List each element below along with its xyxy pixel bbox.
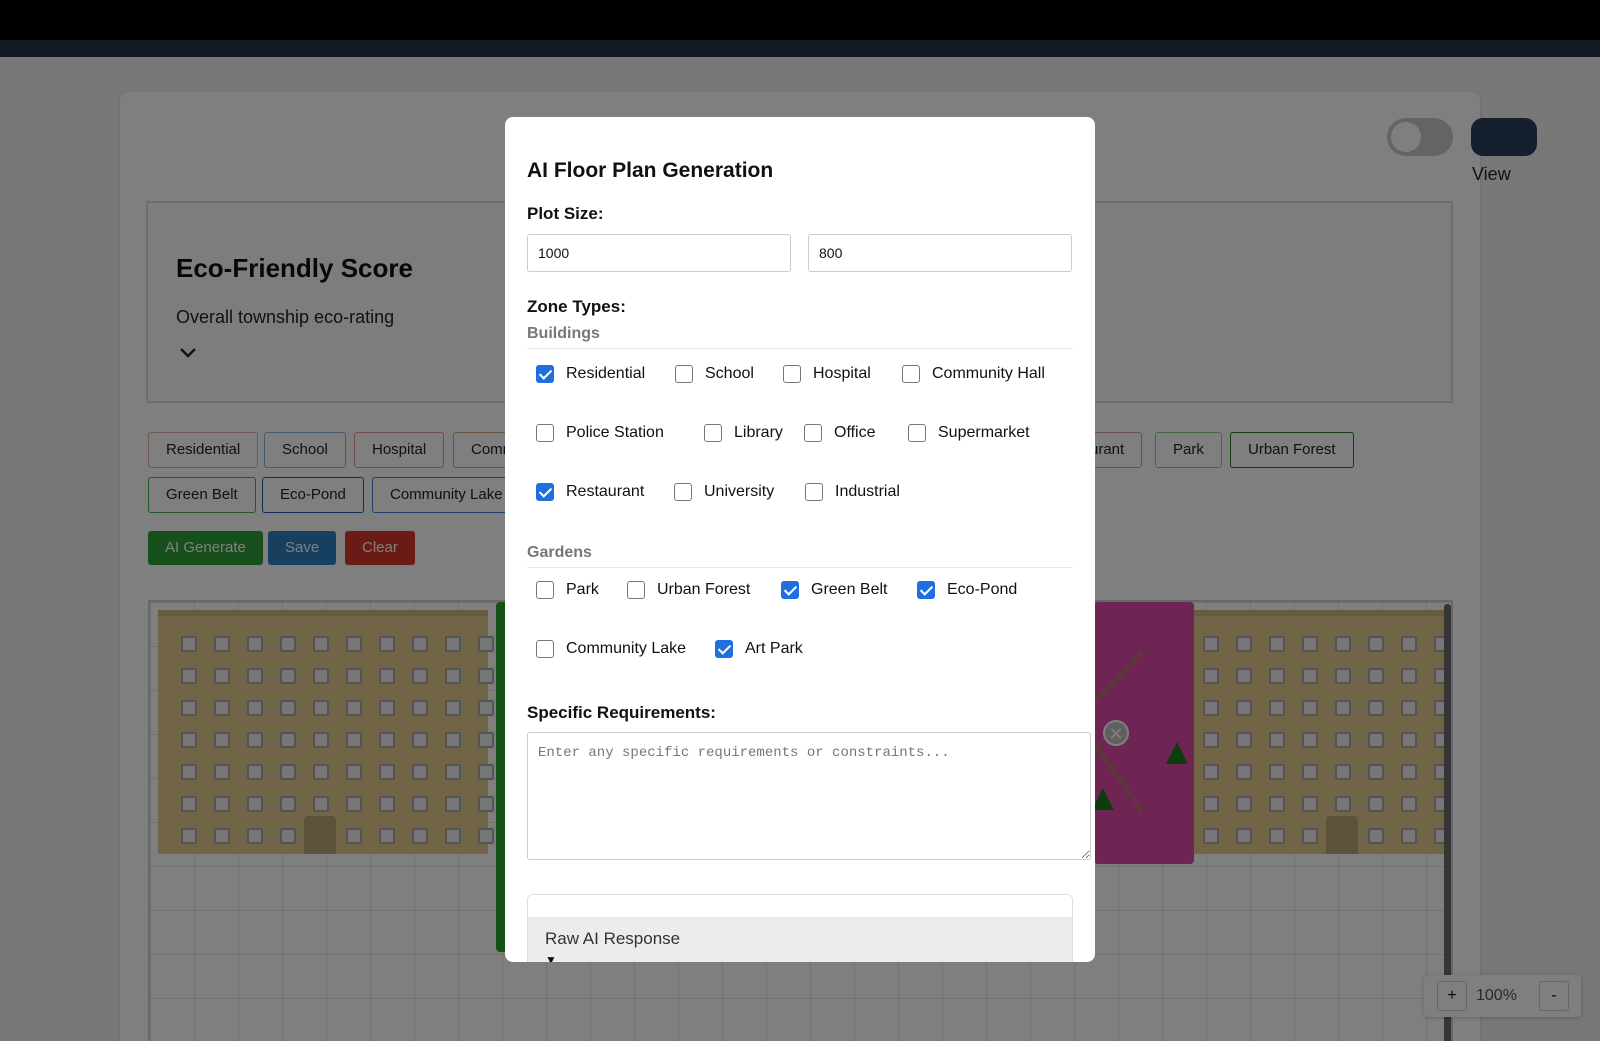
checkbox-box[interactable]	[902, 365, 920, 383]
checkbox-box[interactable]	[536, 581, 554, 599]
disclosure-triangle-icon[interactable]: ▼	[545, 953, 557, 962]
checkbox-box[interactable]	[917, 581, 935, 599]
checkbox-park[interactable]: Park	[536, 581, 599, 599]
raw-ai-response-panel[interactable]: Raw AI Response ▼	[527, 894, 1073, 962]
checkbox-box[interactable]	[805, 483, 823, 501]
checkbox-community-lake[interactable]: Community Lake	[536, 640, 686, 658]
checkbox-label: School	[705, 365, 754, 382]
checkbox-box[interactable]	[704, 424, 722, 442]
ai-floor-plan-modal: AI Floor Plan Generation Plot Size: Zone…	[505, 117, 1095, 962]
checkbox-label: Urban Forest	[657, 581, 751, 598]
checkbox-community-hall[interactable]: Community Hall	[902, 365, 1045, 383]
plot-size-label: Plot Size:	[527, 204, 604, 223]
checkbox-urban-forest[interactable]: Urban Forest	[627, 581, 750, 599]
checkbox-label: Supermarket	[938, 424, 1030, 441]
checkbox-box[interactable]	[674, 483, 692, 501]
checkbox-label: Office	[834, 424, 876, 441]
raw-ai-response-summary[interactable]: Raw AI Response ▼	[528, 917, 1072, 962]
checkbox-office[interactable]: Office	[804, 424, 876, 442]
checkbox-residential[interactable]: Residential	[536, 365, 645, 383]
checkbox-box[interactable]	[536, 483, 554, 501]
checkbox-restaurant[interactable]: Restaurant	[536, 483, 644, 501]
checkbox-box[interactable]	[908, 424, 926, 442]
checkbox-label: Restaurant	[566, 483, 645, 500]
checkbox-label: Industrial	[835, 483, 900, 500]
modal-title: AI Floor Plan Generation	[527, 159, 774, 182]
checkbox-supermarket[interactable]: Supermarket	[908, 424, 1030, 442]
checkbox-library[interactable]: Library	[704, 424, 783, 442]
checkbox-box[interactable]	[536, 640, 554, 658]
checkbox-label: Community Hall	[932, 365, 1045, 382]
checkbox-eco-pond[interactable]: Eco-Pond	[917, 581, 1017, 599]
checkbox-label: Green Belt	[811, 581, 888, 598]
checkbox-box[interactable]	[627, 581, 645, 599]
checkbox-box[interactable]	[536, 424, 554, 442]
checkbox-label: University	[704, 483, 775, 500]
checkbox-label: Park	[566, 581, 599, 598]
plot-width-input[interactable]	[527, 234, 791, 272]
requirements-textarea[interactable]	[527, 732, 1091, 860]
checkbox-box[interactable]	[536, 365, 554, 383]
buildings-section-label: Buildings	[527, 325, 1073, 349]
checkbox-box[interactable]	[783, 365, 801, 383]
checkbox-school[interactable]: School	[675, 365, 754, 383]
checkbox-university[interactable]: University	[674, 483, 774, 501]
checkbox-label: Eco-Pond	[947, 581, 1018, 598]
checkbox-label: Hospital	[813, 365, 871, 382]
zone-types-label: Zone Types:	[527, 297, 626, 316]
checkbox-box[interactable]	[715, 640, 733, 658]
checkbox-label: Police Station	[566, 424, 664, 441]
checkbox-box[interactable]	[781, 581, 799, 599]
checkbox-box[interactable]	[804, 424, 822, 442]
checkbox-label: Library	[734, 424, 783, 441]
checkbox-label: Community Lake	[566, 640, 687, 657]
checkbox-label: Residential	[566, 365, 646, 382]
plot-height-input[interactable]	[808, 234, 1072, 272]
checkbox-hospital[interactable]: Hospital	[783, 365, 871, 383]
raw-ai-response-label: Raw AI Response	[545, 929, 681, 948]
checkbox-label: Art Park	[745, 640, 803, 657]
checkbox-green-belt[interactable]: Green Belt	[781, 581, 887, 599]
checkbox-art-park[interactable]: Art Park	[715, 640, 803, 658]
checkbox-industrial[interactable]: Industrial	[805, 483, 900, 501]
checkbox-police-station[interactable]: Police Station	[536, 424, 664, 442]
requirements-label: Specific Requirements:	[527, 703, 716, 722]
gardens-section-label: Gardens	[527, 544, 1073, 568]
checkbox-box[interactable]	[675, 365, 693, 383]
